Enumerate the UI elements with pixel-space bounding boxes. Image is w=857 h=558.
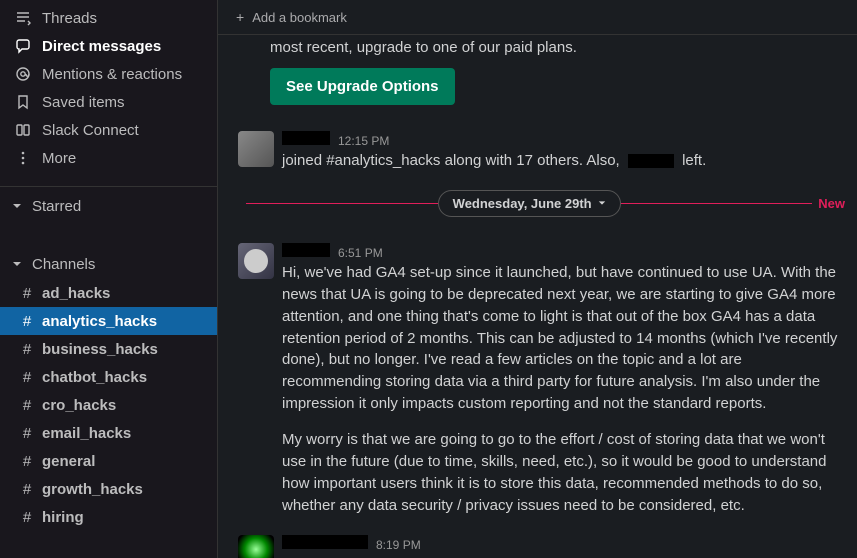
- avatar[interactable]: [238, 535, 274, 558]
- date-label: Wednesday, June 29th: [453, 196, 592, 211]
- system-message: 12:15 PM joined #analytics_hacks along w…: [234, 123, 857, 180]
- message-text: joined #analytics_hacks along with 7 oth…: [282, 554, 845, 558]
- connect-icon: [14, 121, 32, 139]
- channel-name: email_hacks: [42, 425, 131, 442]
- hash-icon: #: [20, 453, 34, 470]
- date-divider: Wednesday, June 29th New: [234, 190, 857, 217]
- caret-down-icon: [12, 259, 28, 269]
- channel-item-email_hacks[interactable]: # email_hacks: [0, 419, 217, 447]
- username-redacted: [628, 154, 674, 168]
- message-pane: most recent, upgrade to one of our paid …: [218, 35, 857, 558]
- nav-item-saved[interactable]: Saved items: [0, 88, 217, 116]
- channel-name: hiring: [42, 509, 84, 526]
- channel-name: analytics_hacks: [42, 313, 157, 330]
- add-bookmark-button[interactable]: Add a bookmark: [252, 10, 347, 25]
- more-icon: [14, 149, 32, 167]
- upgrade-button[interactable]: See Upgrade Options: [270, 68, 455, 105]
- nav-label: Saved items: [42, 94, 125, 111]
- channel-item-chatbot_hacks[interactable]: # chatbot_hacks: [0, 363, 217, 391]
- section-label: Starred: [32, 198, 81, 215]
- chevron-down-icon: [598, 199, 606, 207]
- hash-icon: #: [20, 285, 34, 302]
- channel-name: cro_hacks: [42, 397, 116, 414]
- mentions-icon: [14, 65, 32, 83]
- nav-item-more[interactable]: More: [0, 144, 217, 172]
- nav-item-mentions[interactable]: Mentions & reactions: [0, 60, 217, 88]
- section-label: Channels: [32, 256, 95, 273]
- date-pill[interactable]: Wednesday, June 29th: [438, 190, 621, 217]
- nav-label: More: [42, 150, 76, 167]
- channel-name: chatbot_hacks: [42, 369, 147, 386]
- hash-icon: #: [20, 509, 34, 526]
- hash-icon: #: [20, 481, 34, 498]
- message-text: joined #analytics_hacks along with 17 ot…: [282, 150, 845, 172]
- channel-item-growth_hacks[interactable]: # growth_hacks: [0, 475, 217, 503]
- dm-icon: [14, 37, 32, 55]
- channel-name: business_hacks: [42, 341, 158, 358]
- divider-line: [246, 203, 438, 204]
- upgrade-banner-text: most recent, upgrade to one of our paid …: [234, 35, 857, 68]
- hash-icon: #: [20, 397, 34, 414]
- section-channels[interactable]: Channels: [0, 249, 217, 279]
- channel-name: growth_hacks: [42, 481, 143, 498]
- hash-icon: #: [20, 425, 34, 442]
- message-time: 8:19 PM: [376, 538, 421, 552]
- divider-line: [621, 203, 813, 204]
- channel-name: ad_hacks: [42, 285, 110, 302]
- channel-item-analytics_hacks[interactable]: # analytics_hacks: [0, 307, 217, 335]
- username-redacted: [282, 535, 368, 549]
- username-redacted: [282, 243, 330, 257]
- avatar[interactable]: [238, 131, 274, 167]
- nav-label: Mentions & reactions: [42, 66, 182, 83]
- message-time: 6:51 PM: [338, 246, 383, 260]
- sidebar: Threads Direct messages Mentions & react…: [0, 0, 218, 558]
- section-starred[interactable]: Starred: [0, 191, 217, 221]
- nav-item-threads[interactable]: Threads: [0, 4, 217, 32]
- hash-icon: #: [20, 341, 34, 358]
- bookmark-icon: [14, 93, 32, 111]
- channel-item-hiring[interactable]: # hiring: [0, 503, 217, 531]
- nav-label: Threads: [42, 10, 97, 27]
- hash-icon: #: [20, 369, 34, 386]
- plus-icon: +: [236, 9, 244, 25]
- message-time: 12:15 PM: [338, 134, 389, 148]
- nav-item-dm[interactable]: Direct messages: [0, 32, 217, 60]
- channel-name: general: [42, 453, 95, 470]
- channel-item-general[interactable]: # general: [0, 447, 217, 475]
- channel-item-cro_hacks[interactable]: # cro_hacks: [0, 391, 217, 419]
- channel-item-business_hacks[interactable]: # business_hacks: [0, 335, 217, 363]
- channel-item-ad_hacks[interactable]: # ad_hacks: [0, 279, 217, 307]
- message-text: Hi, we've had GA4 set-up since it launch…: [282, 262, 845, 517]
- nav-label: Direct messages: [42, 38, 161, 55]
- user-message: 6:51 PM Hi, we've had GA4 set-up since i…: [234, 235, 857, 525]
- caret-down-icon: [12, 201, 28, 211]
- threads-icon: [14, 9, 32, 27]
- hash-icon: #: [20, 313, 34, 330]
- nav-item-connect[interactable]: Slack Connect: [0, 116, 217, 144]
- avatar[interactable]: [238, 243, 274, 279]
- divider: [0, 186, 217, 187]
- username-redacted: [282, 131, 330, 145]
- channel-list: # ad_hacks # analytics_hacks # business_hacks…: [0, 279, 217, 531]
- main-area: + Add a bookmark most recent, upgrade to…: [218, 0, 857, 558]
- nav-label: Slack Connect: [42, 122, 139, 139]
- system-message: 8:19 PM joined #analytics_hacks along wi…: [234, 527, 857, 558]
- new-label: New: [818, 196, 845, 211]
- nav-section: Threads Direct messages Mentions & react…: [0, 0, 217, 182]
- bookmark-bar: + Add a bookmark: [218, 0, 857, 35]
